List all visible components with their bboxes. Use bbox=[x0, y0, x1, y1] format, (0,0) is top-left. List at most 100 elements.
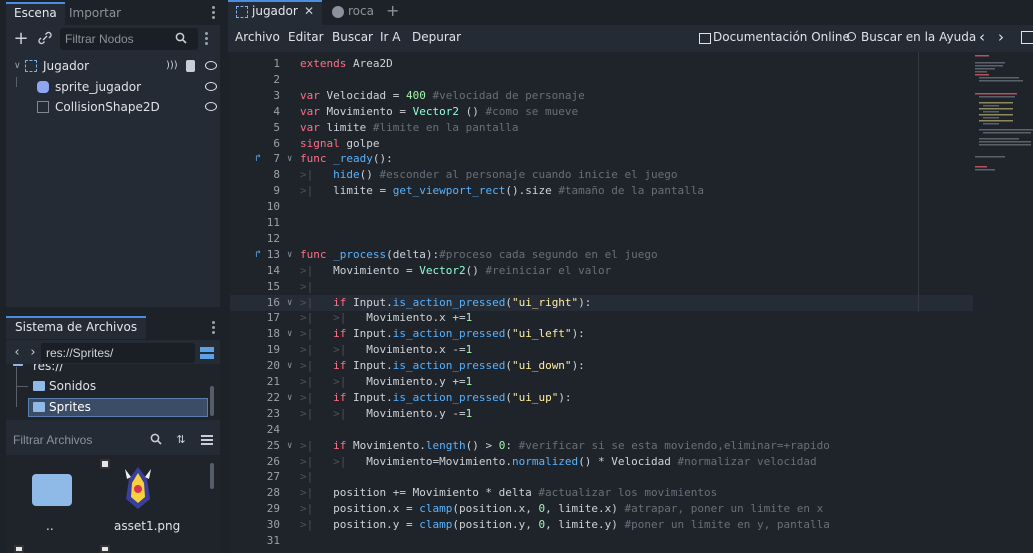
line-number: 27 bbox=[266, 470, 280, 484]
minimap[interactable] bbox=[973, 52, 1033, 553]
folder-icon[interactable] bbox=[32, 474, 72, 506]
code-editor[interactable]: 1 extends Area2D 2 3 var Velocidad = 400 #ve… bbox=[230, 52, 973, 553]
code-line[interactable]: 24 bbox=[230, 422, 973, 438]
tree-item-res[interactable]: res:// bbox=[33, 364, 63, 373]
line-number: 1 bbox=[273, 57, 280, 70]
asset1-thumbnail[interactable] bbox=[121, 465, 155, 511]
toggle-panel-icon[interactable] bbox=[1021, 31, 1033, 44]
file-label-asset1[interactable]: asset1.png bbox=[114, 519, 180, 533]
code-line[interactable]: 18 ∨ >| if Input.is_action_pressed("ui_lef… bbox=[230, 326, 973, 342]
history-back-icon[interactable]: ‹ bbox=[979, 28, 985, 46]
code-line[interactable]: 17 >| >| Movimiento.x +=1 bbox=[230, 310, 973, 326]
code-text: >| position.y = clamp(position.y, 0, lim… bbox=[300, 518, 830, 532]
tab-filesystem[interactable]: Sistema de Archivos bbox=[6, 316, 147, 339]
tab-import[interactable]: Importar bbox=[61, 2, 129, 25]
tab-roca[interactable]: roca bbox=[332, 2, 382, 24]
code-line[interactable]: 11 bbox=[230, 215, 973, 231]
fold-arrow-icon[interactable]: ∨ bbox=[287, 295, 292, 311]
code-line[interactable]: 30 >| position.y = clamp(position.y, 0, l… bbox=[230, 517, 973, 533]
signal-connection-icon[interactable]: ↱ bbox=[255, 247, 261, 263]
link-icon[interactable] bbox=[37, 31, 53, 50]
list-view-icon[interactable] bbox=[201, 435, 213, 445]
history-forward-icon[interactable]: › bbox=[998, 28, 1004, 46]
code-line[interactable]: 8 >| hide() #esconder al personaje cuando… bbox=[230, 167, 973, 183]
script-icon[interactable] bbox=[186, 60, 195, 72]
code-line[interactable]: 25 ∨ >| if Movimiento.length() > 0: #verif… bbox=[230, 438, 973, 454]
code-line[interactable]: 22 ∨ >| if Input.is_action_pressed("ui_up"… bbox=[230, 390, 973, 406]
code-line[interactable]: 14 >| Movimiento = Vector2() #reiniciar e… bbox=[230, 263, 973, 279]
signal-icon[interactable]: ))) bbox=[166, 56, 178, 76]
menu-editar[interactable]: Editar bbox=[288, 30, 324, 44]
visibility-eye-icon[interactable] bbox=[205, 102, 217, 111]
code-text: >| position.x = clamp(position.x, 0, lim… bbox=[300, 502, 824, 516]
code-line[interactable]: 20 ∨ >| if Input.is_action_pressed("ui_dow… bbox=[230, 358, 973, 374]
node-collisionshape2d[interactable]: CollisionShape2D bbox=[12, 97, 218, 117]
code-line[interactable]: 23 >| >| Movimiento.y -=1 bbox=[230, 406, 973, 422]
add-node-icon[interactable]: + bbox=[13, 30, 29, 48]
scene-dock-menu-icon[interactable] bbox=[212, 6, 216, 20]
file-label-parent[interactable]: .. bbox=[46, 519, 54, 533]
code-line[interactable]: 16 ∨ >| if Input.is_action_pressed("ui_rig… bbox=[230, 294, 973, 311]
scene-tools-menu-icon[interactable] bbox=[205, 32, 209, 46]
code-line[interactable]: 26 >| >| Movimiento=Movimiento.normalized… bbox=[230, 454, 973, 470]
scrollbar[interactable] bbox=[210, 463, 214, 489]
code-text: var Movimiento = Vector2 () #como se mue… bbox=[300, 104, 579, 118]
back-arrow-icon[interactable]: ‹ bbox=[12, 345, 22, 361]
line-number: 18 bbox=[266, 327, 280, 341]
code-text: >| bbox=[300, 470, 314, 484]
add-tab-button[interactable]: + bbox=[386, 1, 399, 20]
sort-icon[interactable]: ⇅ bbox=[174, 432, 188, 448]
fold-arrow-icon[interactable]: ∨ bbox=[287, 326, 292, 342]
forward-arrow-icon[interactable]: › bbox=[28, 345, 38, 361]
visibility-eye-icon[interactable] bbox=[205, 82, 217, 91]
tab-jugador[interactable]: jugador ✕ bbox=[228, 0, 322, 25]
fold-arrow-icon[interactable]: ∨ bbox=[287, 390, 292, 406]
code-line[interactable]: 19 >| >| Movimiento.x -=1 bbox=[230, 342, 973, 358]
code-line[interactable]: 7 ↱ ∨ func _ready(): bbox=[230, 151, 973, 167]
tab-scene[interactable]: Escena bbox=[6, 2, 65, 25]
fold-arrow-icon[interactable]: ∨ bbox=[287, 151, 292, 167]
tree-item-sonidos[interactable]: Sonidos bbox=[49, 379, 96, 393]
path-field[interactable] bbox=[41, 343, 195, 363]
tree-line bbox=[16, 77, 17, 87]
code-line[interactable]: 12 bbox=[230, 231, 973, 247]
filter-files-input[interactable] bbox=[8, 429, 168, 451]
filesystem-menu-icon[interactable] bbox=[212, 321, 216, 335]
fold-arrow-icon[interactable]: ∨ bbox=[287, 247, 292, 263]
code-line[interactable]: 4 var Movimiento = Vector2 () #como se mu… bbox=[230, 104, 973, 120]
code-line[interactable]: 1 extends Area2D bbox=[230, 56, 973, 72]
signal-connection-icon[interactable]: ↱ bbox=[255, 151, 261, 167]
visibility-eye-icon[interactable] bbox=[205, 61, 217, 70]
collapse-arrow-icon[interactable]: ∨ bbox=[14, 56, 21, 76]
close-icon[interactable]: ✕ bbox=[304, 4, 314, 18]
menu-buscar[interactable]: Buscar bbox=[332, 30, 373, 44]
code-line[interactable]: 5 var limite #limite en la pantalla bbox=[230, 120, 973, 136]
code-line[interactable]: 13 ↱ ∨ func _process(delta):#proceso cada s… bbox=[230, 247, 973, 263]
menu-archivo[interactable]: Archivo bbox=[235, 30, 280, 44]
code-line[interactable]: 28 >| position += Movimiento * delta #act… bbox=[230, 485, 973, 501]
split-view-icon[interactable] bbox=[200, 347, 214, 359]
code-line[interactable]: 10 bbox=[230, 199, 973, 215]
fold-arrow-icon[interactable]: ∨ bbox=[287, 358, 292, 374]
code-line[interactable]: 31 bbox=[230, 533, 973, 549]
code-line[interactable]: 3 var Velocidad = 400 #velocidad de perso… bbox=[230, 88, 973, 104]
search-help-button[interactable]: Buscar en la Ayuda bbox=[861, 30, 976, 44]
fold-arrow-icon[interactable]: ∨ bbox=[287, 438, 292, 454]
code-line[interactable]: 15 >| bbox=[230, 279, 973, 295]
menu-ir-a[interactable]: Ir A bbox=[380, 30, 401, 44]
node-jugador[interactable]: ∨ Jugador ))) bbox=[12, 56, 218, 76]
line-number: 14 bbox=[266, 263, 280, 277]
code-line[interactable]: 9 >| limite = get_viewport_rect().size #t… bbox=[230, 183, 973, 199]
node-sprite-jugador[interactable]: sprite_jugador bbox=[12, 77, 218, 97]
code-line[interactable]: 21 >| >| Movimiento.y +=1 bbox=[230, 374, 973, 390]
code-line[interactable]: 6 signal golpe bbox=[230, 136, 973, 152]
code-line[interactable]: 29 >| position.x = clamp(position.x, 0, l… bbox=[230, 501, 973, 517]
scene-dock: Escena Importar + ∨ Jugador ))) sprite_j… bbox=[6, 0, 220, 307]
online-docs-button[interactable]: Documentación Online bbox=[713, 30, 850, 44]
import-icon bbox=[100, 545, 110, 553]
tree-item-sprites-selected[interactable]: Sprites bbox=[28, 398, 208, 417]
scrollbar[interactable] bbox=[210, 386, 214, 416]
menu-depurar[interactable]: Depurar bbox=[412, 30, 461, 44]
code-line[interactable]: 27 >| bbox=[230, 469, 973, 485]
code-line[interactable]: 2 bbox=[230, 72, 973, 88]
